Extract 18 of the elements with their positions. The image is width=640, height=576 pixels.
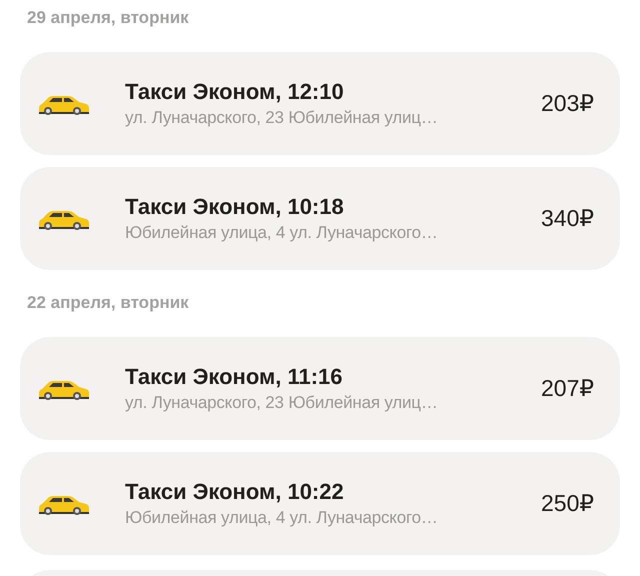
ride-card[interactable]: Такси Эконом, 10:18 Юбилейная улица, 4 ул. Луначарского… 340₽ [20, 167, 620, 270]
ride-price: 250₽ [540, 490, 594, 517]
ride-route: ул. Луначарского, 23 Юбилейная улиц… [125, 108, 438, 128]
ride-card[interactable]: Такси Эконом, 12:10 ул. Луначарского, 23 Юбилейная улиц… 203₽ [20, 52, 620, 155]
ride-route: Юбилейная улица, 4 ул. Луначарского… [125, 223, 438, 243]
date-heading: 29 апреля, вторник [27, 8, 189, 27]
ride-route: ул. Луначарского, 23 Юбилейная улиц… [125, 393, 438, 413]
ride-price: 207₽ [540, 375, 594, 402]
ride-card[interactable]: Такси Эконом, 11:16 ул. Луначарского, 23 Юбилейная улиц… 207₽ [20, 337, 620, 440]
date-heading: 22 апреля, вторник [27, 293, 189, 312]
ride-title: Такси Эконом, 12:10 [125, 79, 344, 105]
ride-route: Юбилейная улица, 4 ул. Луначарского… [125, 508, 438, 528]
ride-title: Такси Эконом, 11:16 [125, 364, 343, 390]
ride-title: Такси Эконом, 10:18 [125, 194, 344, 220]
ride-card[interactable]: Такси Эконом, 10:22 Юбилейная улица, 4 ул. Луначарского… 250₽ [20, 452, 620, 555]
ride-price: 340₽ [540, 205, 594, 232]
ride-title: Такси Эконом, 10:22 [125, 479, 344, 505]
ride-price: 203₽ [540, 90, 594, 117]
